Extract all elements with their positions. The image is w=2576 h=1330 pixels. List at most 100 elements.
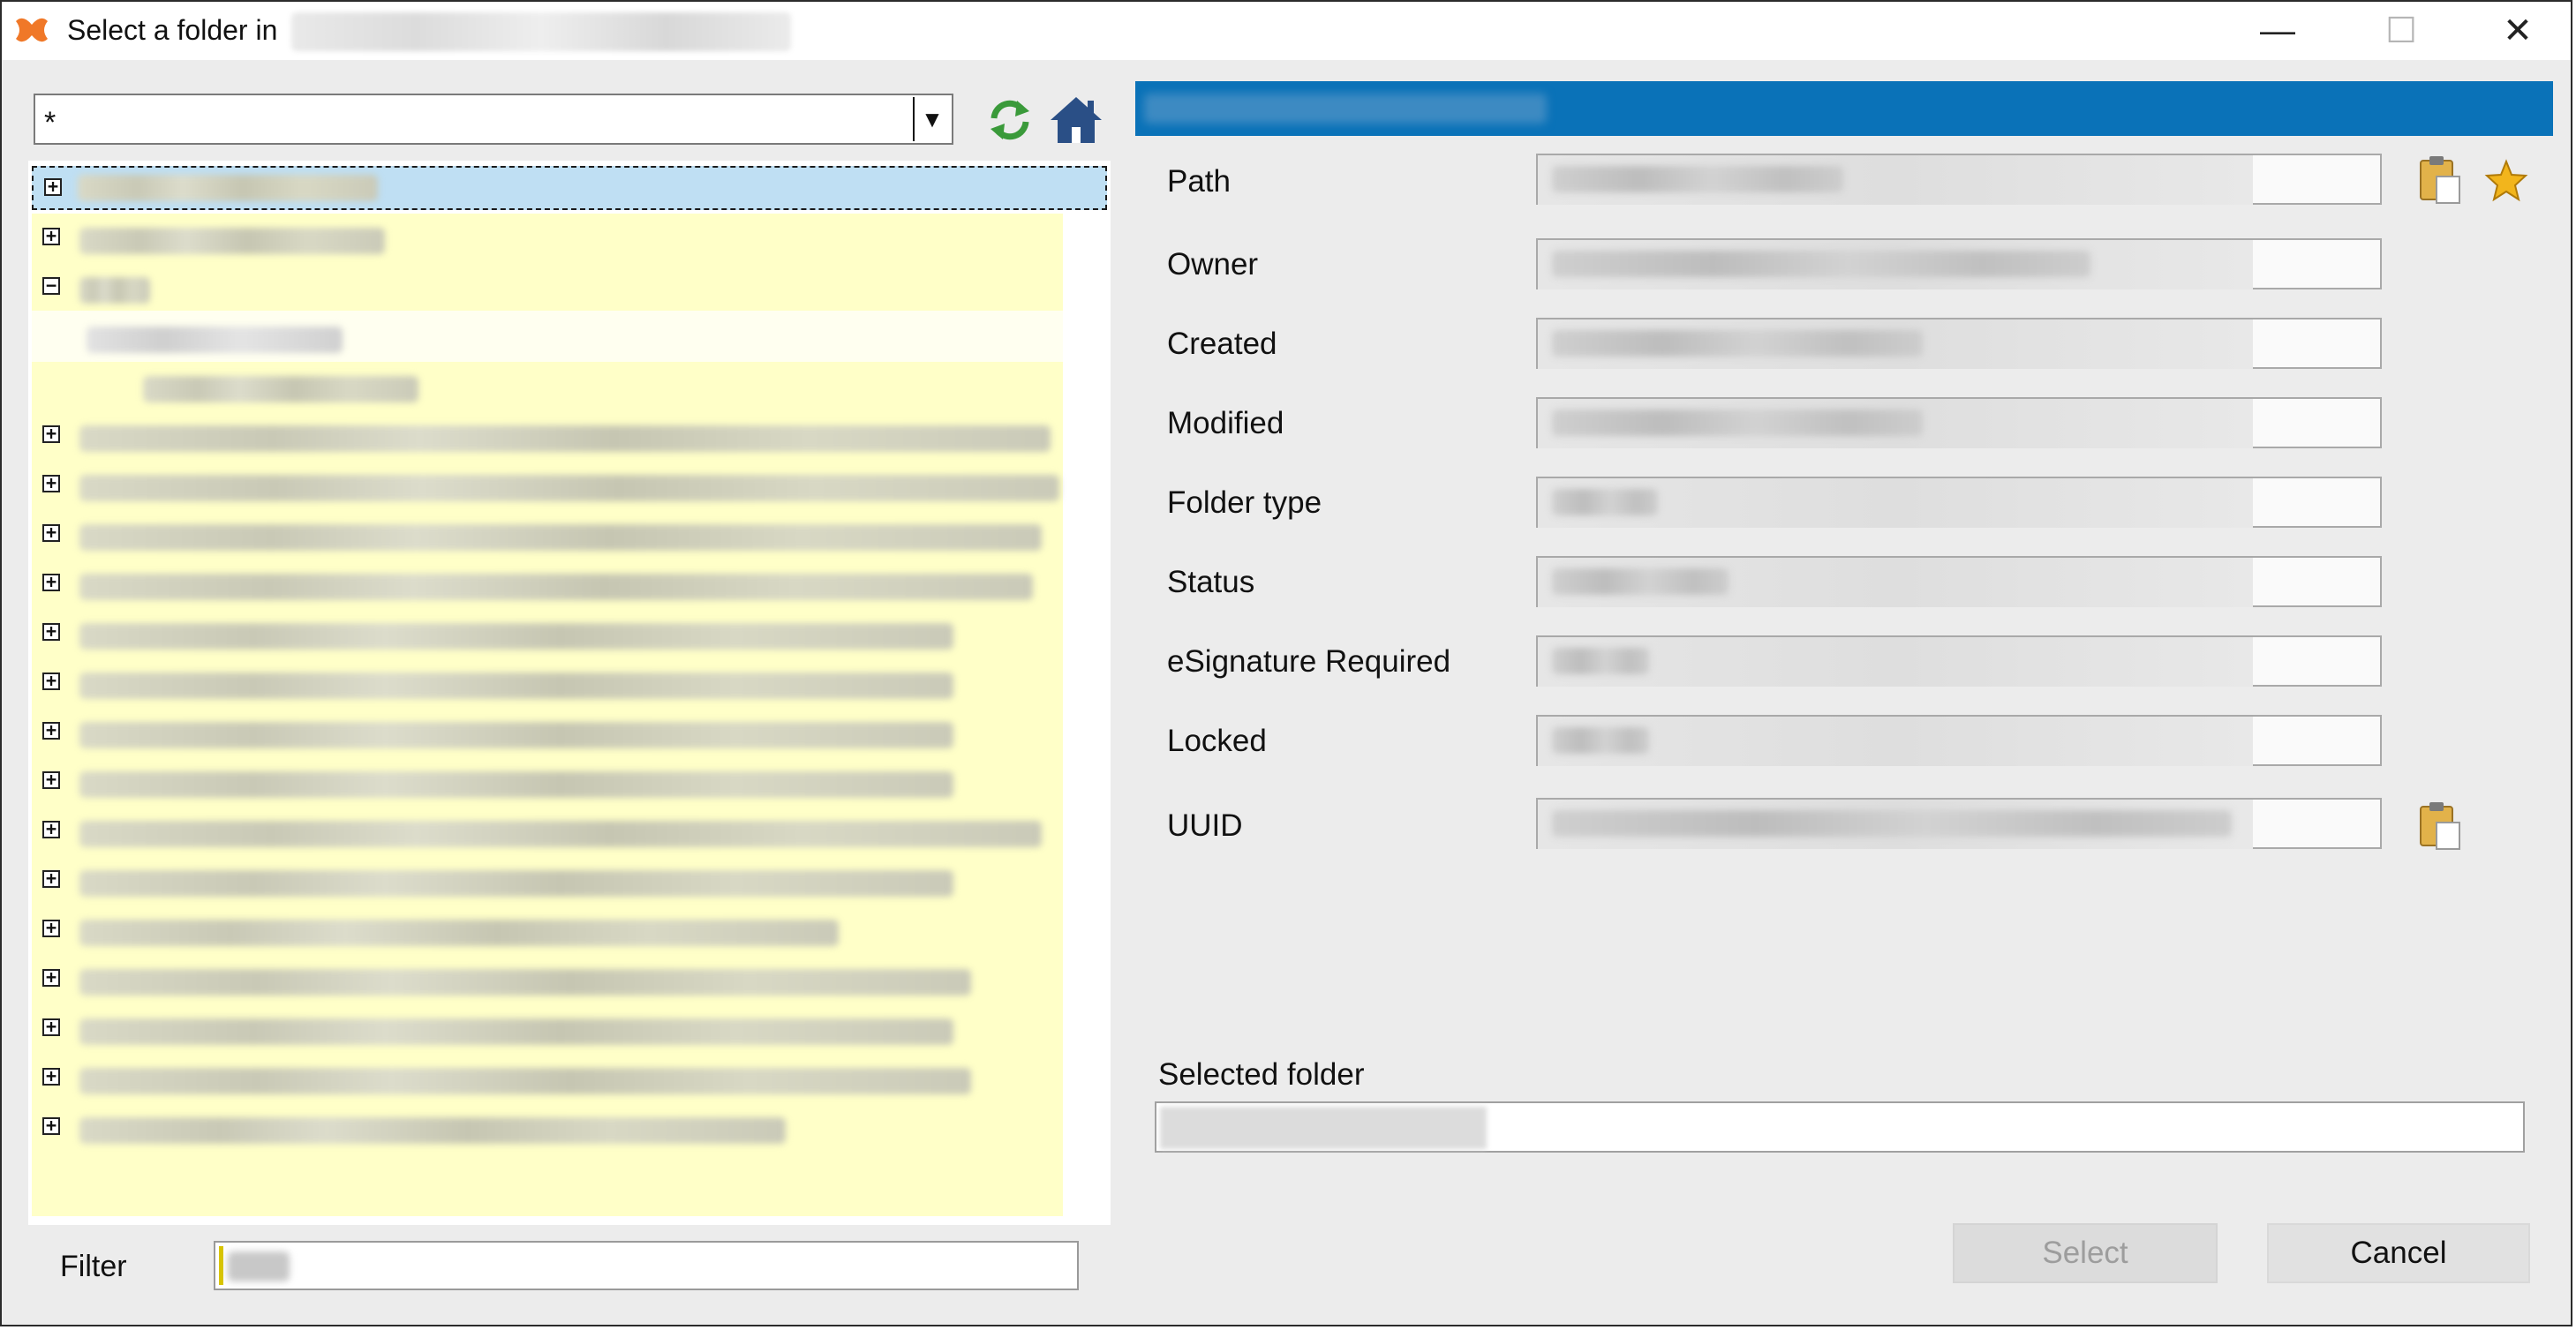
home-icon[interactable] <box>1049 94 1103 147</box>
tree-node[interactable]: + <box>28 563 1111 612</box>
tree-node[interactable]: + <box>28 217 1111 267</box>
clipboard-icon[interactable] <box>2417 800 2463 851</box>
expand-icon[interactable]: + <box>42 968 60 987</box>
clipboard-icon[interactable] <box>2417 154 2463 205</box>
tree-node[interactable]: + <box>28 514 1111 563</box>
tree-node[interactable]: + <box>28 909 1111 958</box>
redacted-value-bg <box>1538 558 2253 607</box>
redacted-node-label <box>79 870 953 897</box>
redacted-value <box>1552 727 1649 754</box>
tree-node[interactable]: + <box>28 612 1111 662</box>
tree-node[interactable]: + <box>28 810 1111 860</box>
combo-value: * <box>44 106 56 139</box>
redacted-node-label <box>78 175 378 201</box>
redacted-node-label <box>79 771 953 798</box>
redacted-node-label <box>79 475 1059 501</box>
expand-icon[interactable]: + <box>42 869 60 888</box>
expand-icon[interactable]: + <box>42 622 60 641</box>
select-button[interactable]: Select <box>1953 1223 2218 1283</box>
tree-node[interactable] <box>28 365 1111 415</box>
cancel-button[interactable]: Cancel <box>2267 1223 2530 1283</box>
modified-label: Modified <box>1167 406 1284 440</box>
refresh-icon[interactable] <box>985 97 1035 143</box>
redacted-value-bg <box>1538 155 2253 205</box>
tree-node[interactable]: + <box>28 711 1111 761</box>
uuid-field[interactable] <box>1536 798 2382 849</box>
tree-node[interactable]: + <box>28 464 1111 514</box>
redacted-value-bg <box>1538 399 2253 448</box>
redacted-value <box>1552 568 1729 595</box>
locked-field[interactable] <box>1536 715 2382 766</box>
folder-type-label: Folder type <box>1167 485 1322 520</box>
filter-label: Filter <box>60 1250 127 1283</box>
tree-node[interactable] <box>28 316 1111 365</box>
chevron-down-icon[interactable]: ▼ <box>913 97 950 141</box>
maximize-button[interactable]: ☐ <box>2341 2 2461 60</box>
redacted-node-label <box>79 574 1033 600</box>
redacted-node-label <box>79 821 1042 847</box>
redacted-value-bg <box>1538 800 2253 849</box>
uuid-label: UUID <box>1167 808 1243 843</box>
created-field[interactable] <box>1536 318 2382 369</box>
title-bar: Select a folder in — ☐ ✕ <box>2 2 2571 60</box>
redacted-node-label <box>79 1018 953 1045</box>
expand-icon[interactable]: + <box>42 573 60 591</box>
tree-node[interactable]: + <box>28 1107 1111 1156</box>
redacted-folder-name <box>1144 94 1547 124</box>
tree-node[interactable]: + <box>28 860 1111 909</box>
expand-icon[interactable]: + <box>42 770 60 789</box>
expand-icon[interactable]: + <box>42 820 60 838</box>
redacted-value <box>1552 489 1658 515</box>
redacted-value-bg <box>1538 240 2253 289</box>
folder-type-field[interactable] <box>1536 477 2382 528</box>
redacted-value-bg <box>1538 717 2253 766</box>
expand-icon[interactable]: + <box>42 919 60 937</box>
expand-icon[interactable]: + <box>42 672 60 690</box>
star-icon[interactable] <box>2484 159 2528 203</box>
status-field[interactable] <box>1536 556 2382 607</box>
redacted-value <box>1552 251 2090 277</box>
folder-header-band <box>1135 81 2553 136</box>
modified-field[interactable] <box>1536 397 2382 448</box>
redacted-value <box>1552 648 1649 674</box>
collapse-icon[interactable]: − <box>42 276 60 295</box>
path-label: Path <box>1167 164 1231 199</box>
folder-filter-combo[interactable]: * ▼ <box>34 94 953 145</box>
redacted-title-text <box>291 12 791 51</box>
esignature-required-field[interactable] <box>1536 635 2382 687</box>
status-label: Status <box>1167 565 1255 599</box>
minimize-button[interactable]: — <box>2218 2 2338 60</box>
expand-icon[interactable]: + <box>42 1116 60 1135</box>
tree-node[interactable]: + <box>28 415 1111 464</box>
redacted-value <box>1552 330 1923 357</box>
expand-icon[interactable]: + <box>42 1018 60 1036</box>
selected-folder-field[interactable] <box>1155 1101 2525 1153</box>
redacted-filter-value <box>228 1251 290 1281</box>
expand-icon[interactable]: + <box>42 1067 60 1086</box>
expand-icon[interactable]: + <box>42 227 60 245</box>
expand-icon[interactable]: + <box>42 721 60 740</box>
path-field[interactable] <box>1536 154 2382 205</box>
tree-node[interactable]: + <box>28 1008 1111 1057</box>
redacted-node-label <box>79 920 839 946</box>
tree-node[interactable]: + <box>28 662 1111 711</box>
tree-node[interactable]: + <box>28 761 1111 810</box>
tree-node[interactable]: + <box>28 1057 1111 1107</box>
folder-tree[interactable]: + + − + + + + + + + + + + + + + + + <box>28 161 1111 1225</box>
app-logo-icon <box>16 18 48 42</box>
expand-icon[interactable]: + <box>42 523 60 542</box>
expand-icon[interactable]: + <box>42 425 60 443</box>
expand-icon[interactable]: + <box>44 177 62 196</box>
tree-node-selected[interactable]: + <box>32 166 1107 210</box>
expand-icon[interactable]: + <box>42 474 60 492</box>
tree-node[interactable]: − <box>28 267 1111 316</box>
filter-input[interactable] <box>214 1241 1079 1290</box>
owner-label: Owner <box>1167 247 1259 282</box>
owner-field[interactable] <box>1536 238 2382 289</box>
close-button[interactable]: ✕ <box>2458 2 2576 60</box>
tree-node[interactable]: + <box>28 958 1111 1008</box>
redacted-node-label <box>143 376 418 402</box>
esignature-required-label: eSignature Required <box>1167 644 1451 679</box>
redacted-node-label <box>87 327 343 353</box>
locked-label: Locked <box>1167 724 1267 758</box>
